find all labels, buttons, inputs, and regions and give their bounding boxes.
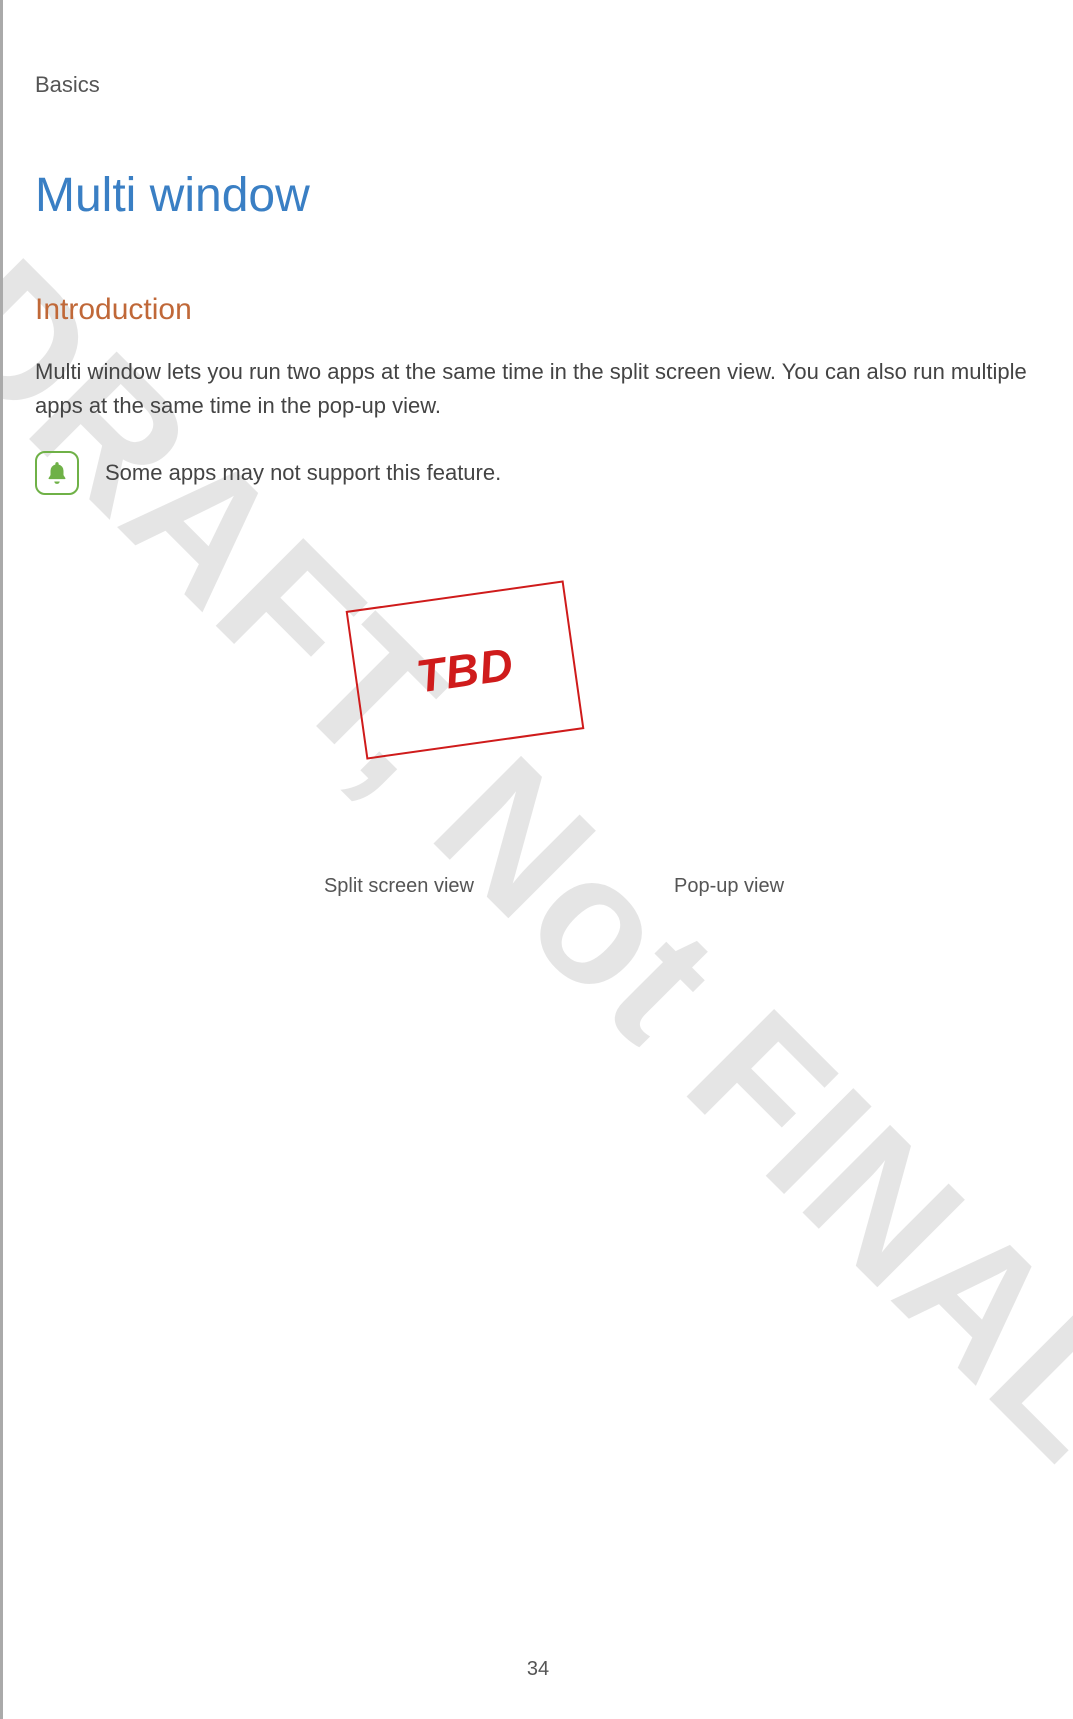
- section-header: Basics: [35, 72, 1073, 98]
- intro-paragraph: Multi window lets you run two apps at th…: [35, 355, 1055, 423]
- note-row: Some apps may not support this feature.: [35, 451, 1073, 495]
- page-title: Multi window: [35, 168, 1073, 223]
- caption-split-screen: Split screen view: [324, 875, 474, 898]
- page-container: Basics Multi window Introduction Multi w…: [0, 0, 1073, 1719]
- caption-popup: Pop-up view: [674, 875, 784, 898]
- tbd-label: TBD: [413, 637, 517, 704]
- figure-placeholder: TBD: [35, 555, 1073, 875]
- page-number: 34: [527, 1658, 549, 1681]
- section-subtitle: Introduction: [35, 293, 1073, 327]
- figure-captions: Split screen view Pop-up view: [35, 875, 1073, 898]
- tbd-box: TBD: [346, 581, 585, 760]
- note-text: Some apps may not support this feature.: [105, 460, 501, 486]
- bell-icon: [35, 451, 79, 495]
